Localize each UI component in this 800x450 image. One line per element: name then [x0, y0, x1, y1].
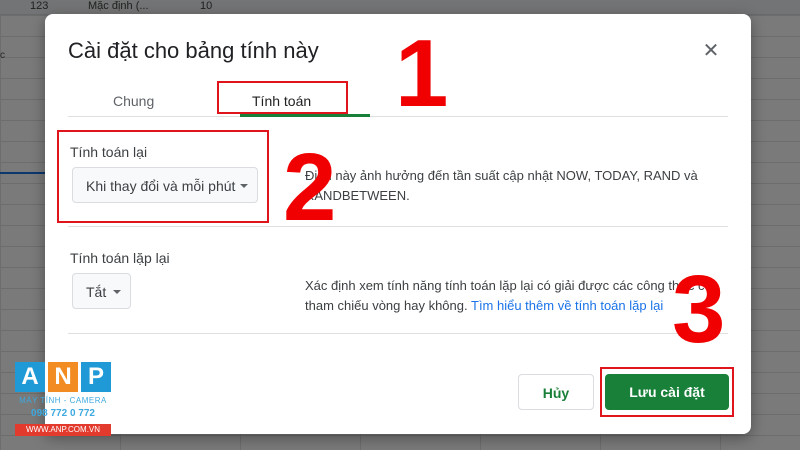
logo-letters: A N P [15, 362, 111, 394]
annotation-box-recalc [57, 130, 269, 223]
cancel-button[interactable]: Hủy [518, 374, 594, 410]
logo-phone: 098 772 0 772 [31, 408, 95, 419]
iterative-select-value: Tắt [86, 284, 107, 300]
iterative-select[interactable]: Tắt [72, 273, 131, 309]
divider [68, 333, 728, 334]
close-icon[interactable]: ✕ [698, 38, 724, 64]
iterative-label: Tính toán lặp lại [70, 250, 170, 266]
logo-letter-n: N [48, 362, 78, 392]
annotation-box-save [600, 367, 734, 417]
chevron-down-icon [113, 290, 121, 294]
dialog-title: Cài đặt cho bảng tính này [68, 38, 319, 63]
iterative-description: Xác định xem tính năng tính toán lặp lại… [305, 276, 725, 316]
logo-tagline: MÁY TÍNH - CAMERA [19, 396, 107, 405]
divider [68, 226, 728, 227]
annotation-number-2: 2 [283, 134, 337, 241]
annotation-box-tab [217, 81, 348, 114]
annotation-number-3: 3 [672, 256, 726, 363]
logo-letter-a: A [15, 362, 45, 392]
active-tab-indicator [240, 114, 370, 117]
learn-more-link[interactable]: Tìm hiểu thêm về tính toán lặp lại [471, 298, 663, 313]
logo-letter-p: P [81, 362, 111, 392]
annotation-number-1: 1 [395, 20, 449, 127]
logo-website: WWW.ANP.COM.VN [15, 424, 111, 436]
anp-logo: A N P MÁY TÍNH - CAMERA 098 772 0 772 WW… [15, 362, 111, 436]
recalc-description: Điều này ảnh hưởng đến tần suất cập nhật… [305, 168, 698, 203]
tab-general[interactable]: Chung [113, 93, 154, 109]
